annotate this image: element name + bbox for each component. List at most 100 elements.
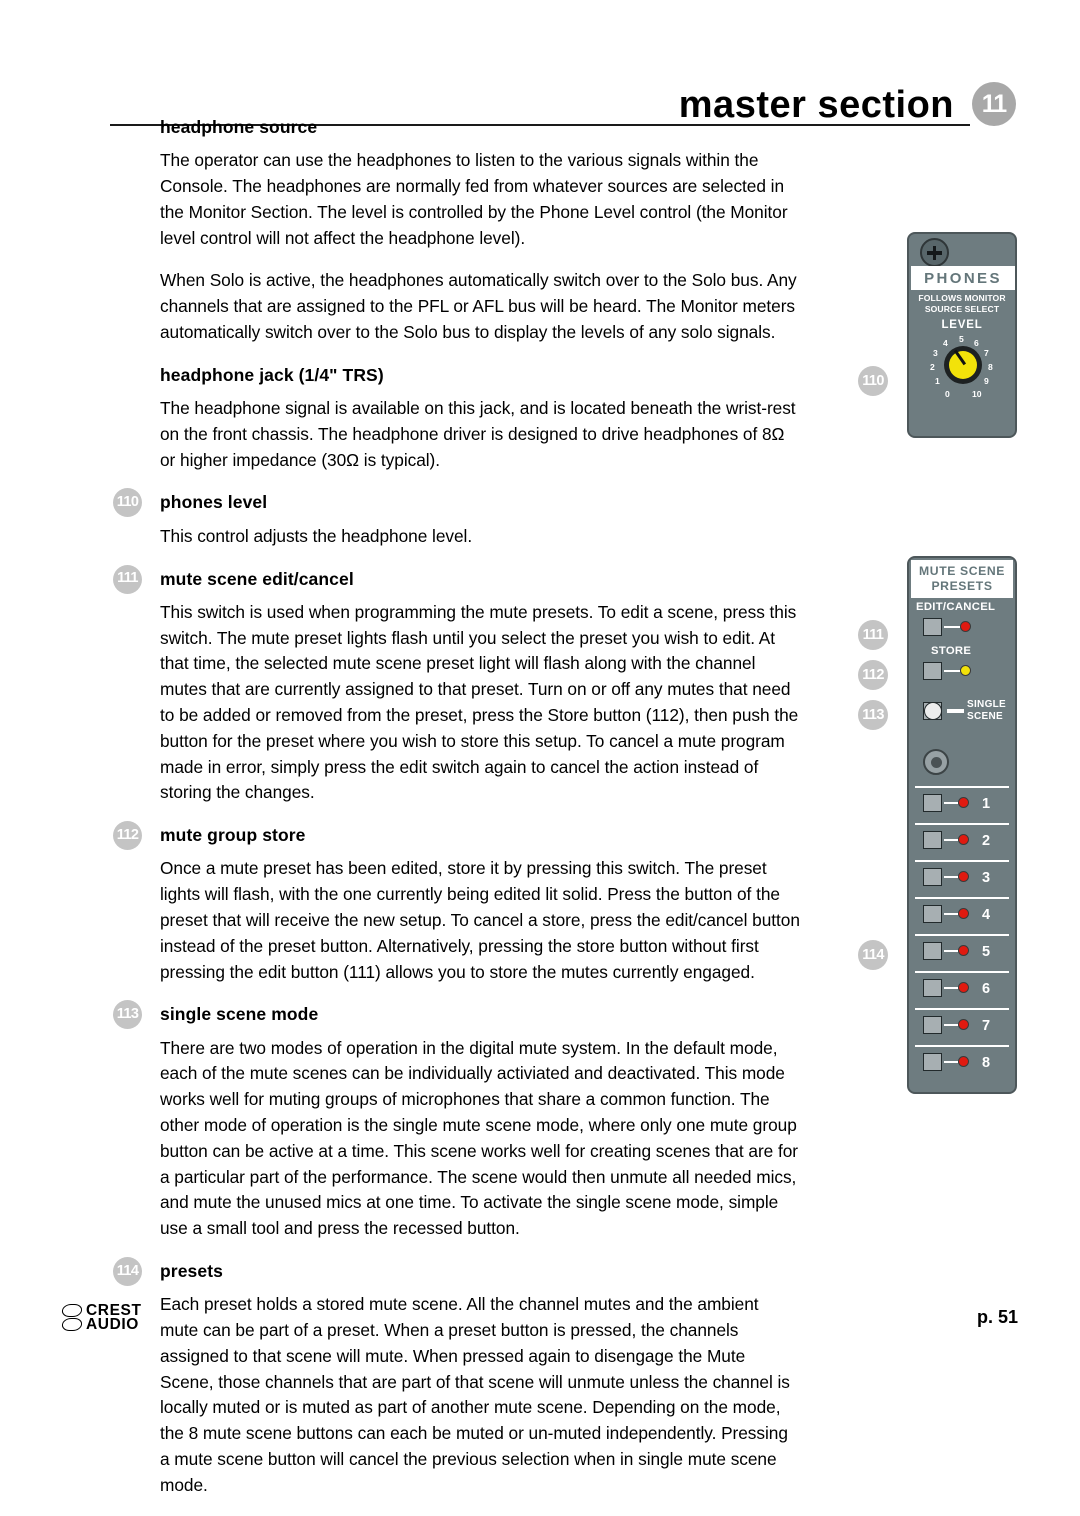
knob-tick-7: 7: [984, 348, 989, 358]
callout-bubble-114: 114: [113, 1257, 142, 1286]
edit-cancel-button[interactable]: [923, 618, 942, 636]
preset-button-7[interactable]: [923, 1016, 942, 1034]
section-heading-phones-level: 110 phones level: [113, 488, 800, 518]
knob-tick-6: 6: [974, 338, 979, 348]
preset-lead-1: [944, 802, 958, 804]
callout-bubble-110: 110: [113, 488, 142, 518]
paragraph: There are two modes of operation in the …: [160, 1037, 798, 1239]
knob-tick-4: 4: [943, 338, 948, 348]
page-number: p. 51: [976, 1307, 1018, 1327]
preset-led-4: [958, 908, 969, 919]
preset-button-5[interactable]: [923, 942, 942, 960]
preset-led-2: [958, 834, 969, 845]
recessed-single-scene-button[interactable]: [923, 749, 949, 775]
crest-logo-wordmark: CREST AUDIO: [86, 1303, 142, 1333]
store-led: [960, 665, 971, 676]
preset-lead-5: [944, 950, 958, 952]
edit-cancel-lead: [944, 626, 960, 628]
panel-divider: [915, 971, 1009, 973]
panel-divider: [915, 934, 1009, 936]
preset-led-8: [958, 1056, 969, 1067]
preset-button-2[interactable]: [923, 831, 942, 849]
callout-bubble-112-right: 112: [858, 660, 888, 690]
brand-line2: AUDIO: [86, 1316, 139, 1333]
mute-title-line2: PRESETS: [931, 579, 993, 593]
preset-button-1[interactable]: [923, 794, 942, 812]
section-heading-presets: 114 presets: [113, 1257, 800, 1286]
single-scene-caption: SINGLE SCENE: [967, 699, 1006, 722]
paragraph: When Solo is active, the headphones auto…: [160, 270, 797, 343]
paragraph: This switch is used when programming the…: [160, 601, 799, 803]
callout-bubble-112: 112: [113, 821, 142, 851]
phones-panel-graphic: PHONES FOLLOWS MONITOR SOURCE SELECT LEV…: [907, 232, 1017, 438]
panel-divider: [915, 1008, 1009, 1010]
knob-tick-5: 5: [959, 334, 964, 344]
preset-number-7: 7: [982, 1018, 991, 1034]
phones-subtitle-line1: FOLLOWS MONITOR: [918, 293, 1006, 303]
callout-bubble-113-right: 113: [858, 700, 888, 730]
preset-number-2: 2: [982, 833, 991, 849]
knob-tick-10: 10: [972, 389, 982, 399]
section-heading-headphone-jack: headphone jack (1/4" TRS): [160, 364, 384, 385]
page-title-badge: 11: [972, 82, 1016, 126]
plus-screw-icon: [920, 238, 949, 267]
preset-number-4: 4: [982, 907, 991, 923]
phones-level-knob[interactable]: 0 1 2 3 4 5 6 7 8 9 10: [928, 333, 998, 403]
phones-panel-subtitle: FOLLOWS MONITOR SOURCE SELECT: [909, 293, 1015, 315]
preset-led-3: [958, 871, 969, 882]
single-scene-lamp: [923, 701, 942, 720]
knob-tick-0: 0: [945, 389, 950, 399]
preset-lead-3: [944, 876, 958, 878]
edit-cancel-led: [960, 621, 971, 632]
callout-bubble-110-right: 110: [858, 366, 888, 396]
preset-lead-8: [944, 1061, 958, 1063]
section-heading-headphone-source: headphone source: [160, 117, 318, 137]
paragraph: Once a mute preset has been edited, stor…: [160, 858, 800, 982]
section-heading-text: presets: [160, 1261, 223, 1281]
preset-button-3[interactable]: [923, 868, 942, 886]
preset-led-7: [958, 1019, 969, 1030]
callout-bubble-113: 113: [113, 1000, 142, 1030]
section-heading-text: mute group store: [160, 825, 306, 846]
knob-tick-1: 1: [935, 376, 940, 386]
preset-number-1: 1: [982, 796, 991, 812]
body-text-column: headphone source The operator can use th…: [113, 117, 800, 1516]
section-heading-text: single scene mode: [160, 1004, 319, 1025]
preset-led-6: [958, 982, 969, 993]
single-scene-lead: [947, 709, 964, 713]
preset-button-6[interactable]: [923, 979, 942, 997]
preset-lead-4: [944, 913, 958, 915]
store-caption: STORE: [931, 645, 972, 657]
knob-tick-9: 9: [984, 376, 989, 386]
preset-led-1: [958, 797, 969, 808]
preset-lead-7: [944, 1024, 958, 1026]
single-scene-line1: SINGLE: [967, 699, 1007, 710]
section-heading-single-scene-mode: 113 single scene mode: [113, 1000, 800, 1030]
phones-subtitle-line2: SOURCE SELECT: [924, 304, 1000, 314]
callout-bubble-111: 111: [113, 564, 142, 594]
panel-divider: [915, 1045, 1009, 1047]
preset-button-4[interactable]: [923, 905, 942, 923]
section-heading-mute-group-store: 112 mute group store: [113, 821, 800, 851]
section-heading-text: mute scene edit/cancel: [160, 568, 354, 589]
callout-bubble-111-right: 111: [858, 620, 888, 650]
preset-number-3: 3: [982, 870, 991, 886]
preset-lead-2: [944, 839, 958, 841]
section-heading-text: phones level: [160, 492, 268, 513]
section-heading-mute-scene-edit-cancel: 111 mute scene edit/cancel: [113, 564, 800, 594]
panel-divider: [915, 897, 1009, 899]
preset-number-8: 8: [982, 1055, 991, 1071]
store-button[interactable]: [923, 662, 942, 680]
level-caption: LEVEL: [941, 319, 983, 331]
preset-led-5: [958, 945, 969, 956]
knob-tick-2: 2: [930, 362, 935, 372]
preset-number-5: 5: [982, 944, 991, 960]
panel-divider: [915, 860, 1009, 862]
preset-button-8[interactable]: [923, 1053, 942, 1071]
knob-tick-8: 8: [988, 362, 993, 372]
knob-tick-3: 3: [933, 348, 938, 358]
callout-bubble-114-right: 114: [858, 940, 888, 970]
store-lead: [944, 670, 960, 672]
panel-divider: [915, 786, 1009, 788]
preset-lead-6: [944, 987, 958, 989]
